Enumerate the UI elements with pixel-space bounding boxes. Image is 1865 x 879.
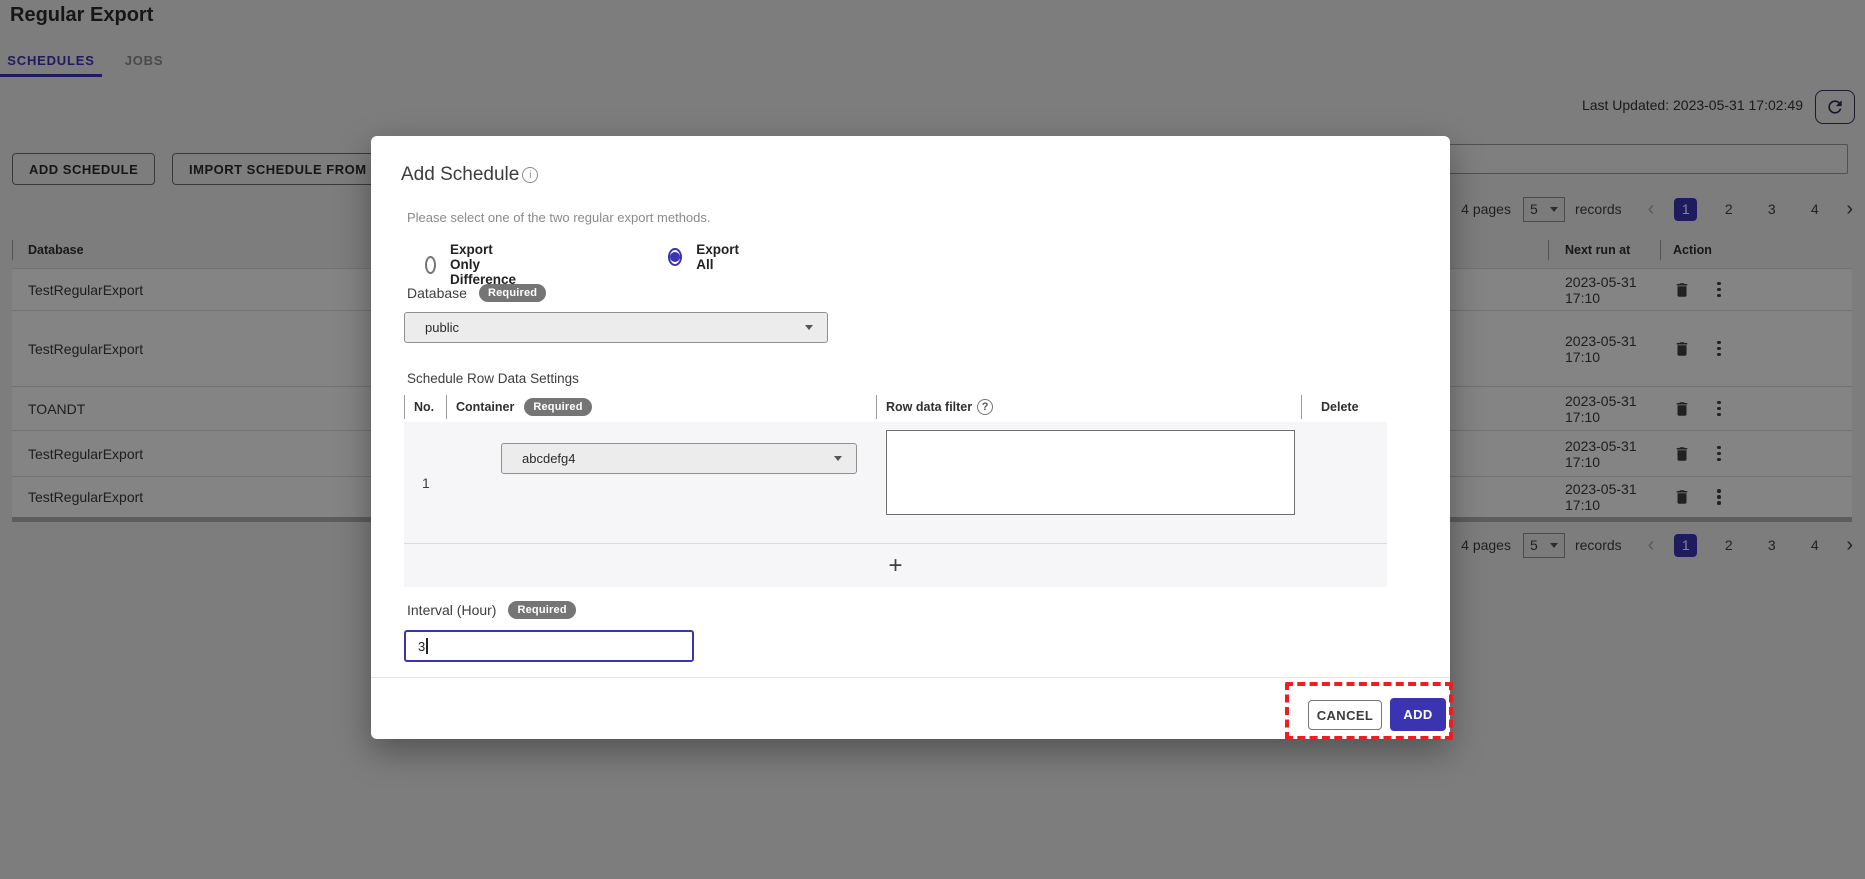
add-schedule-dialog: Add Schedule i Please select one of the … <box>371 136 1450 739</box>
chevron-down-icon <box>834 456 842 461</box>
database-field-label: Database Required <box>407 284 546 302</box>
header-delete: Delete <box>1301 392 1387 422</box>
settings-row: 1 abcdefg4 <box>404 422 1387 543</box>
dialog-title: Add Schedule <box>401 164 519 186</box>
settings-heading: Schedule Row Data Settings <box>407 371 579 386</box>
database-select-value: public <box>425 320 459 335</box>
row-number: 1 <box>422 475 430 491</box>
required-badge: Required <box>479 284 546 302</box>
interval-value: 3 <box>418 639 425 654</box>
container-select-value: abcdefg4 <box>522 451 576 466</box>
radio-export-only-difference[interactable]: Export Only Difference <box>425 242 523 287</box>
help-icon[interactable]: ? <box>977 399 993 415</box>
required-badge: Required <box>508 601 575 619</box>
header-row-data-filter: Row data filter ? <box>876 392 1301 422</box>
add-button[interactable]: ADD <box>1390 698 1446 731</box>
info-icon[interactable]: i <box>522 167 538 183</box>
settings-header-row: No. Container Required Row data filter ?… <box>404 392 1387 422</box>
header-container: Container Required <box>446 392 876 422</box>
container-select[interactable]: abcdefg4 <box>501 443 857 474</box>
radio-label: Export All <box>696 242 742 272</box>
chevron-down-icon <box>805 325 813 330</box>
cancel-button[interactable]: CANCEL <box>1308 700 1382 730</box>
text-cursor <box>426 638 428 654</box>
header-container-text: Container <box>456 400 514 414</box>
database-select[interactable]: public <box>404 312 828 343</box>
header-row-data-filter-text: Row data filter <box>886 400 972 414</box>
interval-field-label: Interval (Hour) Required <box>407 601 576 619</box>
required-badge: Required <box>524 398 591 416</box>
radio-label: Export Only Difference <box>450 242 523 287</box>
interval-input[interactable]: 3 <box>404 630 694 662</box>
dialog-title-row: Add Schedule i <box>401 164 538 186</box>
regular-export-page: Regular Export SCHEDULES JOBS Last Updat… <box>0 0 1865 879</box>
radio-unchecked-icon <box>425 256 436 274</box>
database-label-text: Database <box>407 285 467 301</box>
header-no: No. <box>404 392 446 422</box>
radio-export-all[interactable]: Export All <box>668 242 743 272</box>
radio-checked-icon <box>668 248 682 266</box>
schedule-row-settings-table: No. Container Required Row data filter ?… <box>404 392 1387 587</box>
interval-label-text: Interval (Hour) <box>407 602 496 618</box>
dialog-subtitle: Please select one of the two regular exp… <box>407 210 711 225</box>
footer-divider <box>371 677 1450 678</box>
row-data-filter-textarea[interactable] <box>886 430 1295 515</box>
plus-icon: + <box>888 552 902 580</box>
add-row-button[interactable]: + <box>404 543 1387 587</box>
